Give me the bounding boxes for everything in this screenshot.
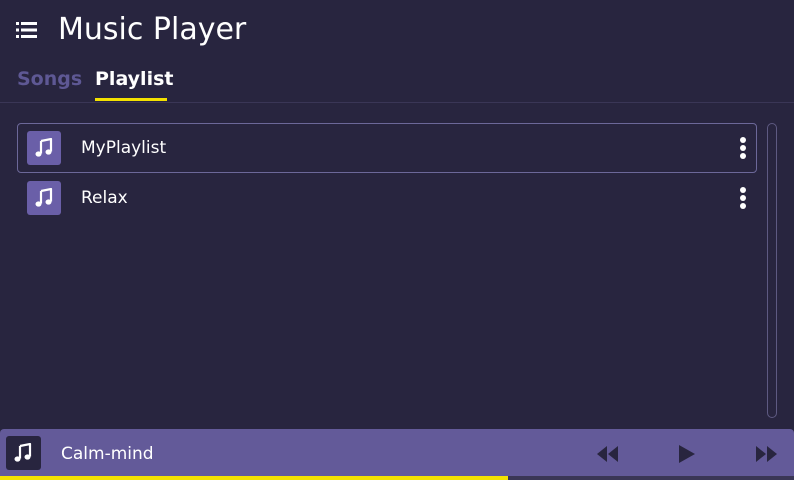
playlist-item-myplaylist[interactable]: MyPlaylist: [17, 123, 757, 173]
now-playing-title: Calm-mind: [61, 444, 154, 464]
playlist-item-label: Relax: [81, 188, 128, 208]
app-title: Music Player: [58, 12, 247, 47]
tabs-divider: [0, 102, 794, 103]
rewind-icon[interactable]: [596, 443, 620, 465]
tab-playlist[interactable]: Playlist: [95, 66, 173, 92]
play-icon[interactable]: [677, 443, 697, 465]
playlist-item-relax[interactable]: Relax: [17, 173, 757, 223]
menu-icon[interactable]: [16, 20, 38, 40]
list-scrollbar[interactable]: [767, 123, 777, 418]
more-vertical-icon[interactable]: [738, 187, 748, 209]
active-tab-indicator: [95, 98, 167, 101]
playback-progress-bar[interactable]: [0, 476, 794, 480]
more-vertical-icon[interactable]: [738, 137, 748, 159]
music-note-icon: [27, 131, 61, 165]
tab-songs[interactable]: Songs: [17, 66, 82, 92]
playlist-list: MyPlaylist Relax: [17, 123, 757, 223]
playback-progress-fill: [0, 476, 509, 480]
music-player-app: Music Player Songs Playlist MyPlaylist R…: [0, 0, 794, 480]
music-note-icon: [6, 436, 41, 470]
playlist-item-label: MyPlaylist: [81, 138, 167, 158]
music-note-icon: [27, 181, 61, 215]
tab-bar: Songs Playlist: [0, 62, 794, 102]
fast-forward-icon[interactable]: [754, 443, 778, 465]
app-header: Music Player: [0, 0, 794, 60]
player-bar: Calm-mind: [0, 429, 794, 480]
